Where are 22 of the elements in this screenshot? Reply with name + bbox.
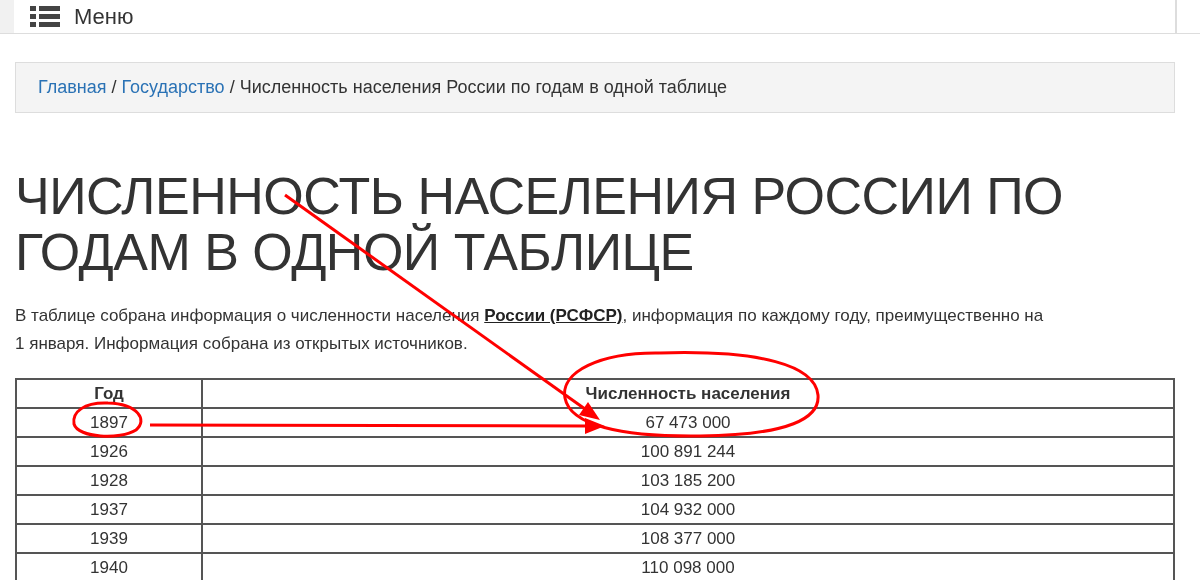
table-cell: 108 377 000	[202, 524, 1174, 553]
table-cell: 1928	[16, 466, 202, 495]
menu-icon[interactable]	[30, 5, 60, 28]
menu-label[interactable]: Меню	[74, 0, 134, 33]
side-panel-edge	[0, 0, 14, 33]
breadcrumb-separator: /	[111, 76, 117, 99]
breadcrumb-current: Численность населения России по годам в одной таблице	[239, 76, 728, 99]
breadcrumb-link[interactable]: Главная	[38, 74, 107, 101]
table-cell: 103 185 200	[202, 466, 1174, 495]
table-cell: 1926	[16, 437, 202, 466]
breadcrumb-separator: /	[229, 76, 235, 99]
table-cell: 1937	[16, 495, 202, 524]
table-cell: 100 891 244	[202, 437, 1174, 466]
table-cell: 1939	[16, 524, 202, 553]
table-cell: 1940	[16, 553, 202, 580]
breadcrumb-link[interactable]: Государство	[121, 74, 225, 101]
table-cell: 104 932 000	[202, 495, 1174, 524]
annotation-circle	[72, 401, 143, 438]
table-cell: 1897	[16, 408, 202, 437]
column-header: Численность населения	[202, 379, 1174, 408]
russia-link[interactable]: России (РСФСР)	[484, 306, 623, 325]
column-header: Год	[16, 379, 202, 408]
